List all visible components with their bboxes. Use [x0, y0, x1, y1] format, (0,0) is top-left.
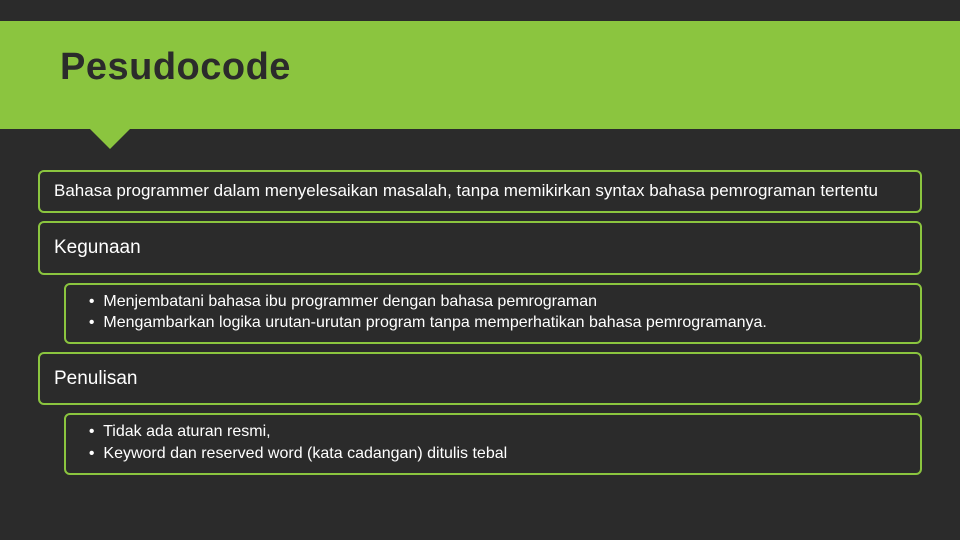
bullet-text: Tidak ada aturan resmi,	[103, 423, 270, 440]
penulisan-bullets: • Tidak ada aturan resmi, • Keyword dan …	[64, 413, 922, 474]
content-area: Bahasa programmer dalam menyelesaikan ma…	[38, 170, 922, 483]
section-kegunaan: Kegunaan	[38, 221, 922, 275]
bullet-item: • Keyword dan reserved word (kata cadang…	[80, 443, 906, 465]
bullet-text: Keyword dan reserved word (kata cadangan…	[103, 445, 507, 462]
section-label: Penulisan	[54, 368, 137, 389]
bullet-item: • Menjembatani bahasa ibu programmer den…	[80, 291, 906, 313]
kegunaan-bullets: • Menjembatani bahasa ibu programmer den…	[64, 283, 922, 344]
intro-panel: Bahasa programmer dalam menyelesaikan ma…	[38, 170, 922, 213]
intro-text: Bahasa programmer dalam menyelesaikan ma…	[54, 181, 878, 200]
section-label: Kegunaan	[54, 237, 141, 258]
header-notch	[90, 129, 130, 149]
section-penulisan: Penulisan	[38, 352, 922, 406]
bullet-item: • Mengambarkan logika urutan-urutan prog…	[80, 312, 906, 334]
bullet-text: Menjembatani bahasa ibu programmer denga…	[103, 293, 597, 310]
slide: Pesudocode Bahasa programmer dalam menye…	[0, 0, 960, 540]
bullet-text: Mengambarkan logika urutan-urutan progra…	[103, 314, 766, 331]
slide-title: Pesudocode	[60, 46, 291, 89]
bullet-item: • Tidak ada aturan resmi,	[80, 421, 906, 443]
